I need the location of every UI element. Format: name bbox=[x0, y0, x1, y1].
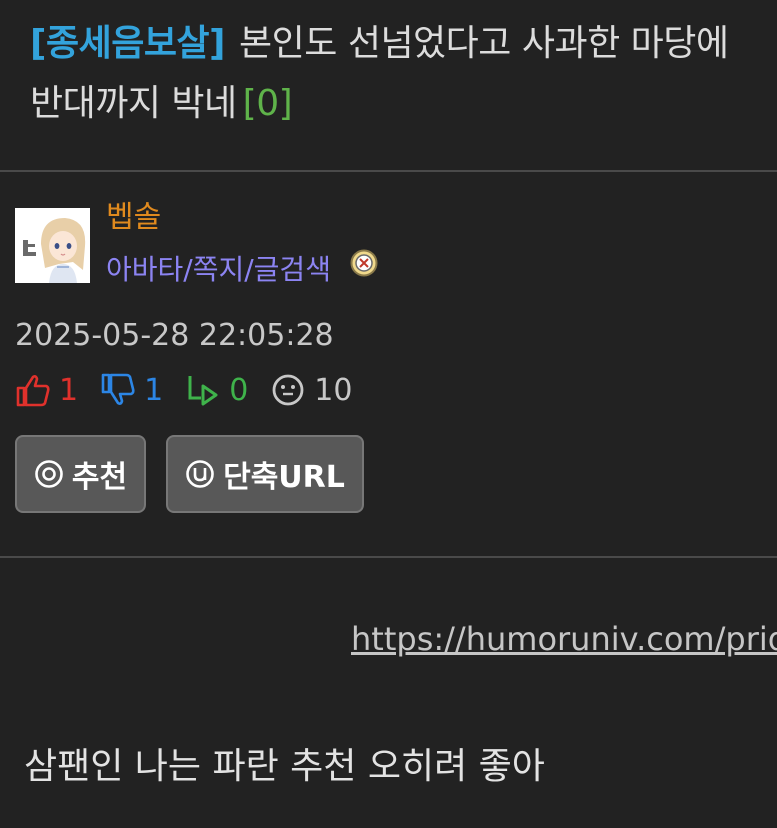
author-nickname[interactable]: 벱솔 bbox=[106, 196, 161, 240]
shorturl-label: 단축URL bbox=[223, 460, 345, 495]
shorturl-button[interactable]: 단축URL bbox=[166, 435, 364, 513]
member-links: 아바타/쪽지/글검색 bbox=[106, 248, 378, 292]
content-text: 삼팬인 나는 파란 추천 오히려 좋아 bbox=[24, 746, 545, 787]
thumb-down-icon bbox=[101, 373, 135, 405]
upvote-stat: 1 bbox=[15, 372, 78, 408]
post-date: 2025-05-28 22:05:28 bbox=[15, 318, 334, 353]
avatar-image bbox=[15, 208, 90, 283]
reply-arrow-icon bbox=[188, 376, 218, 406]
recommend-button[interactable]: 추천 bbox=[15, 435, 146, 513]
member-links-text[interactable]: 아바타/쪽지/글검색 bbox=[106, 253, 331, 286]
circled-u-icon bbox=[186, 460, 214, 488]
reply-stat: 0 bbox=[185, 372, 248, 408]
reply-count: 0 bbox=[229, 372, 249, 408]
content-link[interactable]: https://humoruniv.com/pride bbox=[351, 616, 777, 662]
downvote-stat: 1 bbox=[100, 372, 163, 408]
circled-o-icon bbox=[35, 460, 63, 488]
recommend-label: 추천 bbox=[71, 460, 128, 495]
avatar[interactable] bbox=[15, 208, 90, 283]
thumb-up-icon bbox=[16, 375, 50, 407]
divider-top bbox=[0, 170, 777, 172]
view-count: 10 bbox=[314, 372, 353, 408]
divider-content bbox=[0, 556, 777, 558]
post-stats: 1 1 0 10 bbox=[15, 368, 374, 412]
view-stat: 10 bbox=[270, 372, 352, 408]
upvote-count: 1 bbox=[59, 372, 79, 408]
smiley-icon bbox=[272, 374, 304, 406]
level-badge-icon bbox=[350, 246, 378, 290]
comment-count[interactable]: [0] bbox=[243, 83, 293, 124]
downvote-count: 1 bbox=[144, 372, 164, 408]
post-category[interactable]: [종세음보살] bbox=[30, 23, 226, 64]
post-title: [종세음보살] 본인도 선넘었다고 사과한 마당에 반대까지 박네 [0] bbox=[30, 14, 760, 134]
